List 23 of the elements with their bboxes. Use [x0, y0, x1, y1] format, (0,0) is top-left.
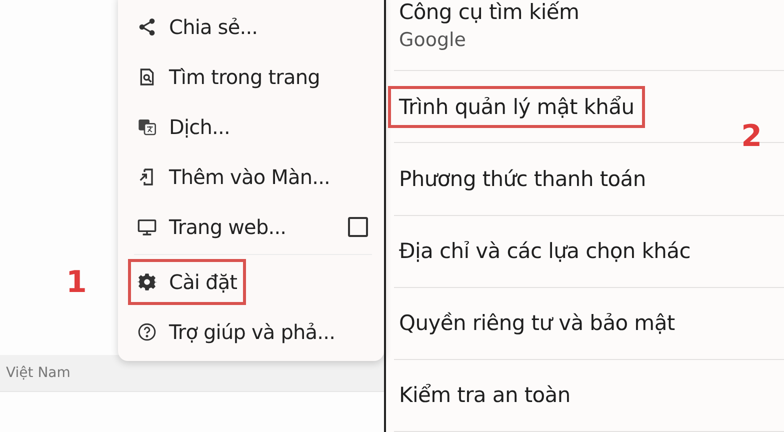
highlighted-settings-item[interactable]: Trình quản lý mật khẩu	[388, 86, 646, 128]
settings-item[interactable]: Phương thức thanh toán	[388, 158, 657, 200]
settings-item[interactable]: Công cụ tìm kiếm	[388, 0, 590, 27]
share-icon	[137, 17, 157, 37]
help-icon	[137, 322, 157, 342]
menu-item[interactable]: Chia sẻ...	[128, 4, 267, 50]
translate-icon	[137, 117, 157, 137]
settings-item[interactable]: Địa chỉ và các lựa chọn khác	[388, 230, 702, 272]
monitor-icon	[137, 217, 157, 237]
step-number: 1	[66, 265, 87, 300]
menu-item[interactable]: Trang web...	[128, 204, 296, 250]
menu-item[interactable]: Tìm trong trang	[128, 54, 329, 100]
menu-item[interactable]: Trợ giúp và phả...	[128, 309, 344, 355]
checkbox[interactable]	[348, 217, 368, 237]
settings-item[interactable]: Quyền riêng tư và bảo mật	[388, 302, 686, 344]
highlighted-menu-item[interactable]: Cài đặt	[128, 259, 246, 305]
location-text: Việt Nam	[6, 365, 70, 381]
settings-subtitle: Google	[399, 29, 468, 51]
step-number: 2	[741, 119, 762, 154]
settings-item[interactable]: Kiểm tra an toàn	[388, 374, 582, 416]
gear-icon	[137, 272, 157, 292]
menu-item[interactable]: Dịch...	[128, 104, 239, 150]
menu-item[interactable]: Thêm vào Màn...	[128, 154, 339, 200]
